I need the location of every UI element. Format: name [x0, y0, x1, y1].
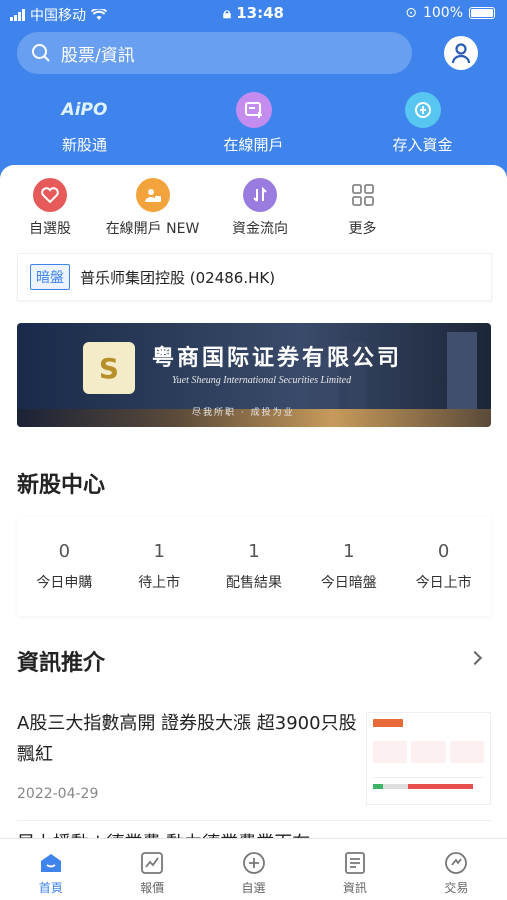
person-lock-icon [135, 178, 170, 212]
quick-capital-flow[interactable]: 資金流向 [205, 178, 315, 238]
nav-label: 存入資金 [392, 136, 453, 154]
battery-percent: 100% [422, 5, 463, 21]
tab-label: 報價 [140, 881, 165, 895]
status-bar: 中国移动 🔒︎ 13:48 ⊙ 100% [0, 0, 507, 28]
nav-label: 新股通 [61, 136, 107, 154]
ipo-stat-value: 1 [153, 540, 165, 562]
quick-watchlist[interactable]: 自選股 [0, 178, 100, 238]
nav-deposit[interactable]: 存入資金 [338, 92, 507, 155]
ipo-stat-label: 今日申購 [36, 574, 93, 591]
news-divider [17, 820, 491, 821]
ipo-stat-value: 1 [248, 540, 260, 562]
deposit-icon [404, 92, 441, 128]
ipo-stat-label: 待上市 [138, 574, 181, 591]
ipo-stat-today-subscribe[interactable]: 0 今日申購 [17, 516, 112, 616]
news-icon [345, 852, 365, 874]
dark-pool-stock: 普乐师集团控股 (02486.HK) [80, 268, 276, 287]
tab-watchlist[interactable]: 自選 [203, 839, 304, 900]
ipo-stat-today-listing[interactable]: 0 今日上市 [396, 516, 491, 616]
search-placeholder: 股票/資訊 [61, 45, 135, 66]
tab-home[interactable]: 首頁 [0, 839, 101, 900]
quick-actions: 自選股 在線開戶 NEW 資金流向 更多 [0, 178, 507, 238]
nav-open-account[interactable]: 在線開戶 [169, 92, 338, 155]
tab-quotes[interactable]: 報價 [101, 839, 202, 900]
rotation-lock-icon: ⊙ [405, 5, 417, 21]
company-logo: S [83, 342, 135, 394]
news-date: 2022-04-29 [17, 786, 99, 802]
tab-label: 資訊 [342, 881, 367, 895]
top-nav: AiPO 新股通 在線開戶 存入資金 [0, 92, 507, 155]
ipo-stat-label: 今日暗盤 [320, 574, 377, 591]
battery-icon [469, 7, 495, 19]
news-thumbnail[interactable] [366, 712, 491, 805]
quick-open-account[interactable]: 在線開戶 NEW [100, 178, 205, 238]
ipo-stat-value: 1 [343, 540, 355, 562]
ipo-stat-value: 0 [437, 540, 450, 562]
tab-trade[interactable]: 交易 [406, 839, 507, 900]
user-icon [451, 43, 471, 64]
quick-label: 更多 [348, 221, 377, 237]
tab-news[interactable]: 資訊 [304, 839, 405, 900]
banner-title: 粤商国际证券有限公司 [152, 345, 403, 371]
tab-bar: 首頁 報價 自選 資訊 交易 [0, 838, 507, 900]
quick-label: 資金流向 [232, 221, 288, 237]
ipo-stat-label: 配售結果 [225, 574, 282, 591]
nav-new-ipo[interactable]: AiPO 新股通 [0, 92, 169, 155]
ipo-center-panel: 0 今日申購 1 待上市 1 配售結果 1 今日暗盤 0 今日上市 [17, 516, 491, 616]
nav-label: 在線開戶 [223, 136, 284, 154]
tab-label: 自選 [241, 881, 266, 895]
open-account-icon [235, 92, 272, 128]
add-icon [242, 852, 265, 874]
search-icon [32, 44, 50, 62]
flow-icon [243, 178, 277, 212]
quick-label: 在線開戶 NEW [105, 221, 200, 237]
dark-pool-bar[interactable]: 暗盤 普乐师集团控股 (02486.HK) [17, 253, 492, 301]
banner-subtitle: Yuet Sheung International Securities Lim… [172, 375, 352, 386]
header: 中国移动 🔒︎ 13:48 ⊙ 100% 股票/資訊 AiPO 新股通 在線開戶 [0, 0, 507, 185]
promo-banner[interactable]: S 粤商国际证券有限公司 Yuet Sheung International S… [17, 323, 491, 427]
news-section-title: 資訊推介 [17, 651, 106, 676]
grid-icon [346, 178, 380, 212]
tab-label: 首頁 [38, 881, 63, 895]
quick-more[interactable]: 更多 [315, 178, 410, 238]
ipo-stat-allotment[interactable]: 1 配售結果 [207, 516, 302, 616]
ipo-stat-value: 0 [58, 540, 71, 562]
dark-pool-tag: 暗盤 [30, 264, 70, 290]
lock-icon: 🔒︎ [223, 4, 231, 22]
ipo-stat-dark-pool[interactable]: 1 今日暗盤 [301, 516, 396, 616]
news-headline[interactable]: A股三大指數高開 證券股大漲 超3900只股飄紅 [17, 708, 357, 770]
heart-icon [33, 178, 67, 212]
avatar-button[interactable] [444, 36, 478, 70]
ipo-stat-label: 今日上市 [415, 574, 472, 591]
quote-icon [141, 852, 164, 874]
quick-label: 自選股 [29, 221, 71, 237]
trade-icon [445, 852, 468, 874]
ipo-stat-pending-listing[interactable]: 1 待上市 [112, 516, 207, 616]
aipo-icon: AiPO [61, 100, 108, 120]
ipo-center-title: 新股中心 [17, 473, 106, 498]
home-icon [40, 854, 61, 872]
search-bar[interactable]: 股票/資訊 [17, 32, 412, 74]
tab-label: 交易 [444, 881, 469, 895]
banner-slogan: 尽我所职 · 成投为业 [192, 408, 295, 418]
clock: 13:48 [236, 4, 284, 22]
